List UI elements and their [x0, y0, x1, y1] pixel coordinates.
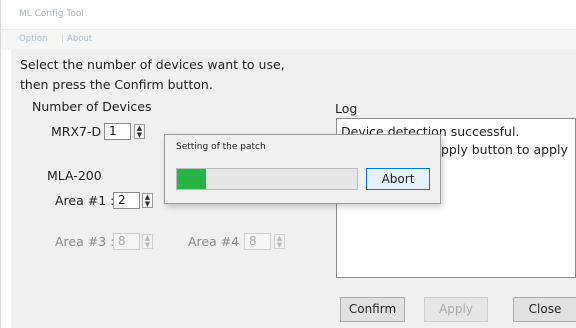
area4-count-input: 8 — [244, 233, 271, 250]
apply-button[interactable]: Apply — [424, 297, 488, 322]
area4-label: Area #4 : — [188, 234, 248, 249]
confirm-button[interactable]: Confirm — [340, 297, 405, 322]
area3-spinner: ▲ ▼ — [142, 234, 153, 249]
area1-label: Area #1 : — [55, 193, 115, 208]
mrx7d-spinner[interactable]: ▲ ▼ — [134, 124, 145, 139]
progress-dialog: Setting of the patch Abort — [164, 134, 441, 204]
window-title: ML Config Tool — [19, 9, 84, 19]
spin-down-icon: ▼ — [144, 241, 151, 249]
area3-label: Area #3 : — [55, 234, 115, 249]
mla200-label: MLA-200 — [47, 168, 102, 183]
area1-spinner[interactable]: ▲ ▼ — [142, 193, 153, 208]
spin-down-icon[interactable]: ▼ — [135, 132, 144, 139]
instruction-line-2: then press the Confirm button. — [20, 77, 213, 92]
log-line-2: pply button to apply — [441, 142, 568, 157]
menu-option[interactable]: Option — [19, 34, 47, 44]
area4-spinner: ▲ ▼ — [274, 234, 285, 249]
mrx7d-count-input[interactable]: 1 — [104, 123, 131, 140]
app-window: ML Config Tool Option | About Select the… — [0, 0, 576, 328]
spin-down-icon: ▼ — [276, 241, 283, 249]
dialog-title: Setting of the patch — [176, 142, 266, 152]
menu-about[interactable]: About — [67, 34, 92, 44]
close-button[interactable]: Close — [513, 297, 576, 322]
area3-count-input: 8 — [113, 233, 140, 250]
log-label: Log — [335, 101, 358, 116]
abort-button[interactable]: Abort — [366, 168, 430, 190]
menu-separator: | — [61, 34, 64, 44]
mrx7d-label: MRX7-D : — [51, 124, 110, 139]
instruction-line-1: Select the number of devices want to use… — [20, 57, 285, 72]
progress-fill — [177, 169, 206, 189]
area1-count-input[interactable]: 2 — [113, 192, 140, 209]
patch-progress-bar — [176, 168, 358, 190]
spin-down-icon[interactable]: ▼ — [143, 201, 152, 208]
number-of-devices-label: Number of Devices — [32, 99, 152, 114]
